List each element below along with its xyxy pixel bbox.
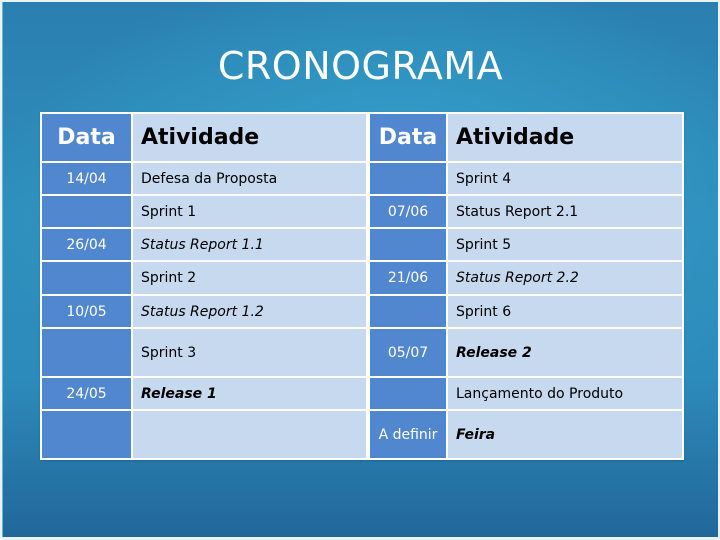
header-date-right: Data [367,111,448,164]
activity-cell: Sprint 3 [131,326,370,378]
activity-cell: Release 2 [446,326,684,378]
date-cell [367,375,448,411]
table-row: A definir Feira [40,408,684,461]
activity-cell: Status Report 1.1 [131,227,370,263]
date-cell [40,326,133,378]
date-cell [367,293,448,329]
date-cell: 07/06 [367,194,448,230]
activity-cell: Sprint 5 [446,227,684,263]
table-row: 24/05 Release 1 Lançamento do Produto [40,375,684,411]
table-row: Sprint 1 07/06 Status Report 2.1 [40,194,684,230]
table-row: 14/04 Defesa da Proposta Sprint 4 [40,161,684,197]
activity-cell: Release 1 [131,375,370,411]
table-row: Sprint 2 21/06 Status Report 2.2 [40,260,684,296]
activity-cell: Defesa da Proposta [131,161,370,197]
table-row: Sprint 3 05/07 Release 2 [40,326,684,378]
date-cell [367,227,448,263]
slide-title: CRONOGRAMA [217,44,504,88]
table-row: 26/04 Status Report 1.1 Sprint 5 [40,227,684,263]
date-cell [367,161,448,197]
date-cell: 14/04 [40,161,133,197]
activity-cell: Sprint 4 [446,161,684,197]
activity-cell: Sprint 1 [131,194,370,230]
date-cell: 21/06 [367,260,448,296]
date-cell [40,194,133,230]
activity-cell: Status Report 2.1 [446,194,684,230]
activity-cell: Feira [446,408,684,461]
activity-cell [131,408,370,461]
activity-cell: Status Report 1.2 [131,293,370,329]
activity-cell: Lançamento do Produto [446,375,684,411]
header-date-left: Data [40,111,133,164]
activity-cell: Sprint 2 [131,260,370,296]
date-cell: 05/07 [367,326,448,378]
header-activity-left: Atividade [131,111,370,164]
date-cell: 24/05 [40,375,133,411]
date-cell [40,260,133,296]
date-cell: 10/05 [40,293,133,329]
schedule-table: Data Atividade Data Atividade 14/04 Defe… [40,111,684,461]
date-cell: A definir [367,408,448,461]
header-activity-right: Atividade [446,111,684,164]
activity-cell: Status Report 2.2 [446,260,684,296]
activity-cell: Sprint 6 [446,293,684,329]
table-row: 10/05 Status Report 1.2 Sprint 6 [40,293,684,329]
date-cell: 26/04 [40,227,133,263]
date-cell [40,408,133,461]
table-header-row: Data Atividade Data Atividade [40,111,684,164]
slide: CRONOGRAMA Data Atividade Data Atividade… [2,2,718,537]
